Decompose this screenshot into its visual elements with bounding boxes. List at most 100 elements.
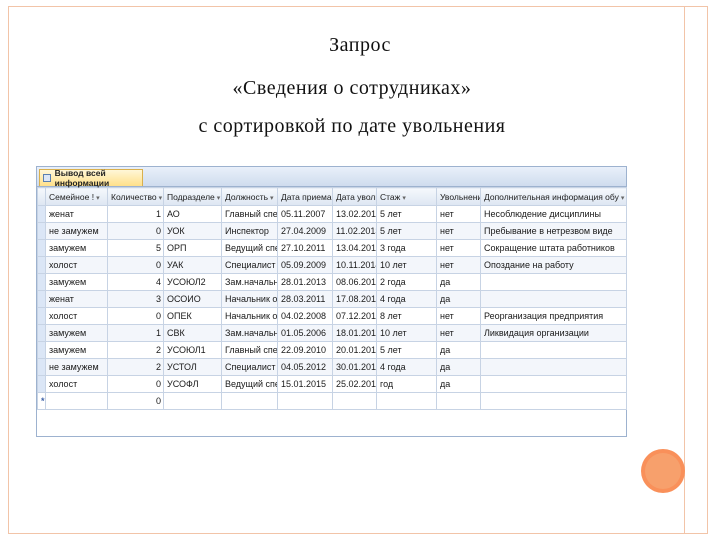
table-cell[interactable]: УОК	[163, 222, 222, 240]
sort-dropdown-icon[interactable]: ▾	[621, 195, 625, 202]
table-cell[interactable]: Зам.начальни	[221, 273, 278, 291]
table-cell[interactable]: холост	[45, 375, 108, 393]
table-cell[interactable]	[45, 392, 108, 410]
row-selector[interactable]	[37, 290, 46, 308]
column-header[interactable]: Дата увольн▾	[332, 187, 377, 206]
column-header[interactable]: Увольнение▾	[436, 187, 481, 206]
table-cell[interactable]: 10.11.2014	[332, 256, 377, 274]
table-cell[interactable]: нет	[436, 256, 481, 274]
table-cell[interactable]: 10 лет	[376, 256, 437, 274]
table-cell[interactable]: 10 лет	[376, 324, 437, 342]
table-cell[interactable]: УСОФЛ	[163, 375, 222, 393]
table-cell[interactable]: 2 года	[376, 273, 437, 291]
row-selector[interactable]	[37, 222, 46, 240]
table-row[interactable]: женат3ОСОИОНачальник отд28.03.201117.08.…	[37, 290, 627, 308]
table-cell[interactable]: УАК	[163, 256, 222, 274]
table-cell[interactable]: Специалист	[221, 256, 278, 274]
table-cell[interactable]: Инспектор	[221, 222, 278, 240]
table-cell[interactable]: 27.10.2011	[277, 239, 333, 257]
table-row[interactable]: замужем 2 УСОЮЛ1 Главный спец 22.09.2010 20.0…	[37, 341, 627, 359]
sort-dropdown-icon[interactable]: ▾	[96, 195, 100, 202]
sort-dropdown-icon[interactable]: ▾	[402, 195, 406, 202]
table-cell[interactable]: 4 года	[376, 358, 437, 376]
table-cell[interactable]: 22.09.2010	[277, 341, 333, 359]
table-cell[interactable]: ОРП	[163, 239, 222, 257]
table-cell[interactable]: Ведущий спец	[221, 375, 278, 393]
table-cell[interactable]: Зам.начальни	[221, 324, 278, 342]
row-selector[interactable]	[37, 205, 46, 223]
table-cell[interactable]: женат	[45, 205, 108, 223]
table-cell[interactable]: 2	[107, 358, 164, 376]
table-cell[interactable]: женат	[45, 290, 108, 308]
table-cell[interactable]: 5	[107, 239, 164, 257]
table-cell[interactable]: 11.02.2013	[332, 222, 377, 240]
table-cell[interactable]: 1	[107, 205, 164, 223]
row-selector[interactable]	[37, 341, 46, 359]
row-selector[interactable]	[37, 273, 46, 291]
table-cell[interactable]: да	[436, 358, 481, 376]
table-cell[interactable]	[480, 273, 627, 291]
table-cell[interactable]: нет	[436, 239, 481, 257]
table-cell[interactable]: 0	[107, 392, 164, 410]
new-record-icon[interactable]: *	[37, 392, 46, 410]
column-header[interactable]: Подразделе ▾	[163, 187, 222, 206]
table-cell[interactable]: замужем	[45, 324, 108, 342]
table-cell[interactable]	[480, 290, 627, 308]
table-cell[interactable]: Главный спец	[221, 341, 278, 359]
table-cell[interactable]: холост	[45, 307, 108, 325]
table-cell[interactable]: холост	[45, 256, 108, 274]
column-header[interactable]: Количество ▾	[107, 187, 164, 206]
table-cell[interactable]	[480, 375, 627, 393]
table-row[interactable]: не замужем 2 УСТОЛ Специалист 04.05.2012 30.0…	[37, 358, 627, 376]
table-cell[interactable]: Специалист	[221, 358, 278, 376]
table-cell[interactable]: 28.01.2013	[277, 273, 333, 291]
table-row[interactable]: замужем5ОРПВедущий спец27.10.201113.04.2…	[37, 239, 627, 257]
column-header[interactable]: Семейное ! ▾	[45, 187, 108, 206]
table-cell[interactable]	[332, 392, 377, 410]
table-cell[interactable]: Несоблюдение дисциплины	[480, 205, 627, 223]
new-record-row[interactable]: * 0	[37, 392, 627, 410]
table-cell[interactable]: 01.05.2006	[277, 324, 333, 342]
table-cell[interactable]: не замужем	[45, 222, 108, 240]
table-cell[interactable]: да	[436, 375, 481, 393]
row-selector[interactable]	[37, 358, 46, 376]
row-selector[interactable]	[37, 256, 46, 274]
sort-dropdown-icon[interactable]: ▾	[270, 195, 274, 202]
column-header[interactable]: Должность ▾	[221, 187, 278, 206]
table-cell[interactable]: нет	[436, 205, 481, 223]
column-header[interactable]: Стаж ▾	[376, 187, 437, 206]
table-cell[interactable]: 28.03.2011	[277, 290, 333, 308]
table-cell[interactable]: Ведущий спец	[221, 239, 278, 257]
table-cell[interactable]: нет	[436, 307, 481, 325]
table-cell[interactable]	[221, 392, 278, 410]
column-header[interactable]: Дополнительная информация обу ▾	[480, 187, 627, 206]
table-cell[interactable]: замужем	[45, 273, 108, 291]
table-cell[interactable]: УСОЮЛ1	[163, 341, 222, 359]
table-cell[interactable]: Ликвидация организации	[480, 324, 627, 342]
query-tab[interactable]: Вывод всей информации	[39, 168, 143, 188]
table-cell[interactable]: 30.01.2015	[332, 358, 377, 376]
table-cell[interactable]: Начальник отд	[221, 307, 278, 325]
table-cell[interactable]: 04.02.2008	[277, 307, 333, 325]
table-cell[interactable]: ОСОИО	[163, 290, 222, 308]
table-cell[interactable]: 20.01.2015	[332, 341, 377, 359]
table-row[interactable]: женат1АОГлавный спец05.11.200713.02.2013…	[37, 205, 627, 223]
table-cell[interactable]: 27.04.2009	[277, 222, 333, 240]
row-selector[interactable]	[37, 375, 46, 393]
table-cell[interactable]: 5 лет	[376, 341, 437, 359]
table-cell[interactable]: 07.12.2015	[332, 307, 377, 325]
table-cell[interactable]: Пребывание в нетрезвом виде	[480, 222, 627, 240]
table-row[interactable]: холост0ОПЕКНачальник отд04.02.200807.12.…	[37, 307, 627, 325]
table-cell[interactable]: 05.09.2009	[277, 256, 333, 274]
table-cell[interactable]: 08.06.2015	[332, 273, 377, 291]
table-cell[interactable]: 3	[107, 290, 164, 308]
table-cell[interactable]	[436, 392, 481, 410]
table-cell[interactable]	[277, 392, 333, 410]
table-cell[interactable]: СВК	[163, 324, 222, 342]
table-cell[interactable]: 04.05.2012	[277, 358, 333, 376]
table-row[interactable]: замужем4УСОЮЛ2Зам.начальни28.01.201308.0…	[37, 273, 627, 291]
table-cell[interactable]: 8 лет	[376, 307, 437, 325]
table-cell[interactable]	[480, 358, 627, 376]
table-cell[interactable]: 05.11.2007	[277, 205, 333, 223]
table-cell[interactable]	[480, 392, 627, 410]
